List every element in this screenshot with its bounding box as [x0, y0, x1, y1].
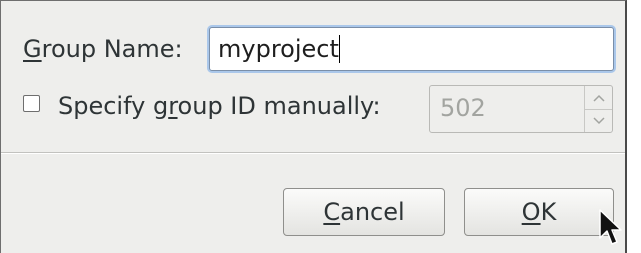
specify-gid-label[interactable]: Specify group ID manually: — [58, 92, 381, 120]
ok-mnemonic: O — [521, 198, 541, 226]
chevron-down-icon[interactable] — [585, 109, 612, 132]
group-name-input[interactable]: myproject — [209, 27, 614, 71]
group-name-label-text: roup Name: — [41, 35, 183, 63]
specify-gid-mnemonic: r — [168, 92, 178, 120]
specify-gid-label-before: Specify g — [58, 92, 169, 120]
spin-buttons — [584, 86, 612, 132]
ok-button[interactable]: OK — [464, 188, 614, 236]
text-caret — [338, 35, 340, 63]
group-id-value: 502 — [440, 94, 486, 122]
cancel-mnemonic: C — [323, 198, 341, 226]
group-name-value: myproject — [218, 35, 339, 63]
mouse-pointer-icon — [599, 209, 622, 245]
specify-gid-checkbox[interactable] — [23, 95, 40, 112]
group-name-label: Group Name: — [23, 35, 183, 63]
create-group-dialog: Group Name: myproject Specify group ID m… — [0, 0, 627, 253]
group-id-spinbox[interactable]: 502 — [429, 85, 613, 133]
separator — [1, 152, 625, 154]
cancel-button[interactable]: Cancel — [283, 188, 445, 236]
chevron-up-icon[interactable] — [585, 86, 612, 110]
cancel-label: ancel — [340, 198, 405, 226]
group-name-mnemonic: G — [23, 35, 42, 63]
specify-gid-label-after: oup ID manually: — [177, 92, 381, 120]
ok-label: K — [540, 198, 557, 226]
